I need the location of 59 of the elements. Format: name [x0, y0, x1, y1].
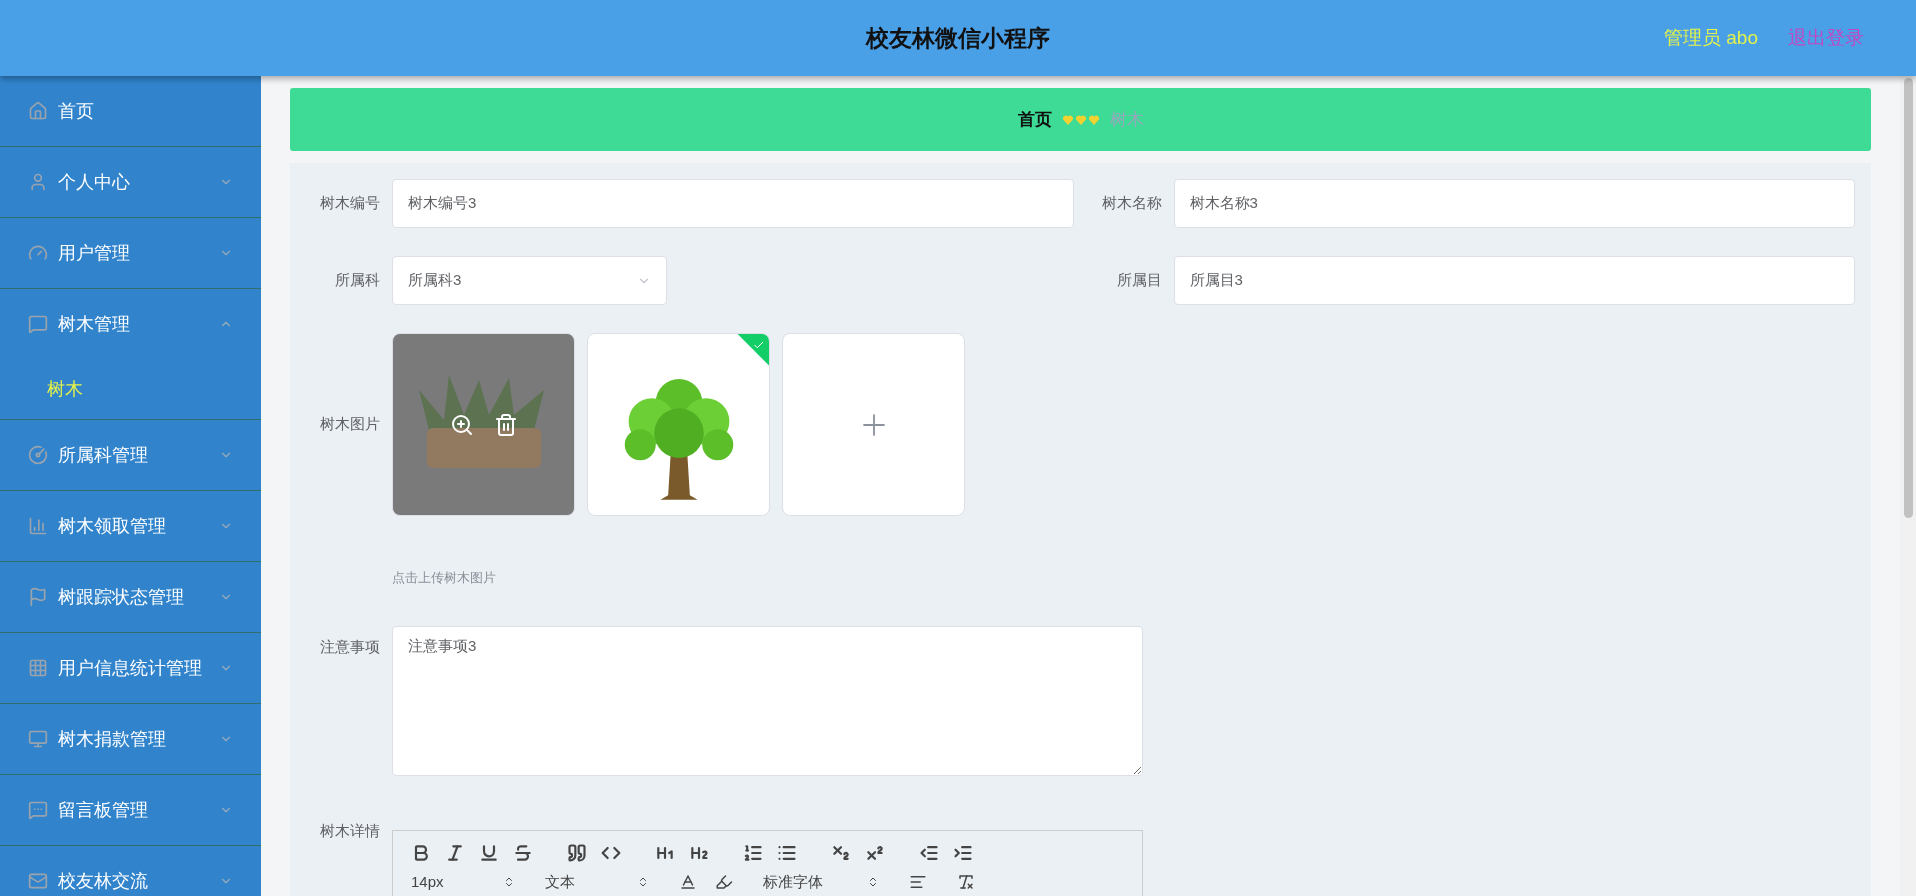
field-label: 树木图片 — [319, 414, 381, 435]
sidebar-item[interactable]: 树跟踪状态管理 — [0, 562, 261, 632]
upload-hint: 点击上传树木图片 — [392, 569, 497, 587]
updown-icon — [867, 875, 879, 888]
home-icon — [28, 101, 48, 121]
field-label: 注意事项 — [319, 636, 381, 657]
sidebar-item[interactable]: 树木捐款管理 — [0, 704, 261, 774]
app-title: 校友林微信小程序 — [866, 23, 1050, 53]
field-label: 树木名称 — [1100, 193, 1163, 214]
select-field[interactable]: 所属科3 — [392, 256, 667, 305]
field-label: 所属科 — [334, 270, 381, 291]
clear-format-icon[interactable] — [957, 872, 975, 891]
grid-icon — [28, 658, 48, 678]
delete-icon[interactable] — [493, 412, 518, 437]
sidebar-item[interactable]: 树木领取管理 — [0, 491, 261, 561]
quote-icon[interactable] — [567, 842, 587, 863]
breadcrumb-link[interactable]: 首页 — [1017, 106, 1052, 133]
sidebar-item[interactable]: 首页 — [0, 76, 261, 146]
sidebar-item[interactable]: 树木管理 — [0, 289, 261, 359]
chat-icon — [28, 314, 48, 334]
editor-picker[interactable]: 文本 — [545, 870, 649, 893]
gauge-icon — [28, 243, 48, 263]
editor-picker[interactable]: 标准字体 — [763, 870, 879, 893]
field-label: 树木编号 — [319, 193, 381, 214]
sidebar-item[interactable]: 所属科管理 — [0, 420, 261, 490]
submenu-item[interactable]: 树木 — [0, 359, 261, 419]
message-icon — [28, 800, 48, 820]
italic-icon[interactable] — [445, 842, 465, 863]
hearts-icon — [1061, 113, 1100, 126]
sidebar-item[interactable]: 校友林交流 — [0, 846, 261, 896]
gauge-icon — [28, 445, 48, 465]
strikethrough-icon[interactable] — [513, 842, 533, 863]
admin-name: 管理员 abo — [1664, 25, 1758, 50]
input-field[interactable]: 树木编号3 — [392, 179, 1074, 228]
field-label: 树木详情 — [319, 820, 381, 841]
image-thumbnail[interactable] — [392, 333, 575, 516]
user-icon — [28, 172, 48, 192]
notes-textarea[interactable]: 注意事项3 — [392, 625, 1143, 776]
updown-icon — [637, 875, 649, 888]
monitor-icon — [28, 729, 48, 749]
input-field[interactable]: 所属目3 — [1173, 256, 1855, 305]
field-label: 所属目 — [1115, 270, 1163, 291]
underline-icon[interactable] — [479, 842, 499, 863]
editor-picker[interactable]: 14px — [411, 870, 515, 893]
updown-icon — [503, 875, 515, 888]
sidebar-item[interactable]: 留言板管理 — [0, 775, 261, 845]
zoom-in-icon[interactable] — [449, 412, 474, 437]
ordered-list-icon[interactable] — [743, 842, 763, 863]
font-color-icon[interactable] — [679, 872, 697, 891]
sidebar-item[interactable]: 个人中心 — [0, 147, 261, 217]
sidebar-item[interactable]: 用户管理 — [0, 218, 261, 288]
scrollbar-thumb[interactable] — [1903, 78, 1913, 518]
image-thumbnail[interactable] — [587, 333, 770, 516]
input-field[interactable]: 树木名称3 — [1173, 179, 1855, 228]
bar-chart-icon — [28, 516, 48, 536]
flag-icon — [28, 587, 48, 607]
mail-icon — [28, 871, 48, 891]
sidebar-item[interactable]: 用户信息统计管理 — [0, 633, 261, 703]
highlight-icon[interactable] — [715, 872, 733, 891]
